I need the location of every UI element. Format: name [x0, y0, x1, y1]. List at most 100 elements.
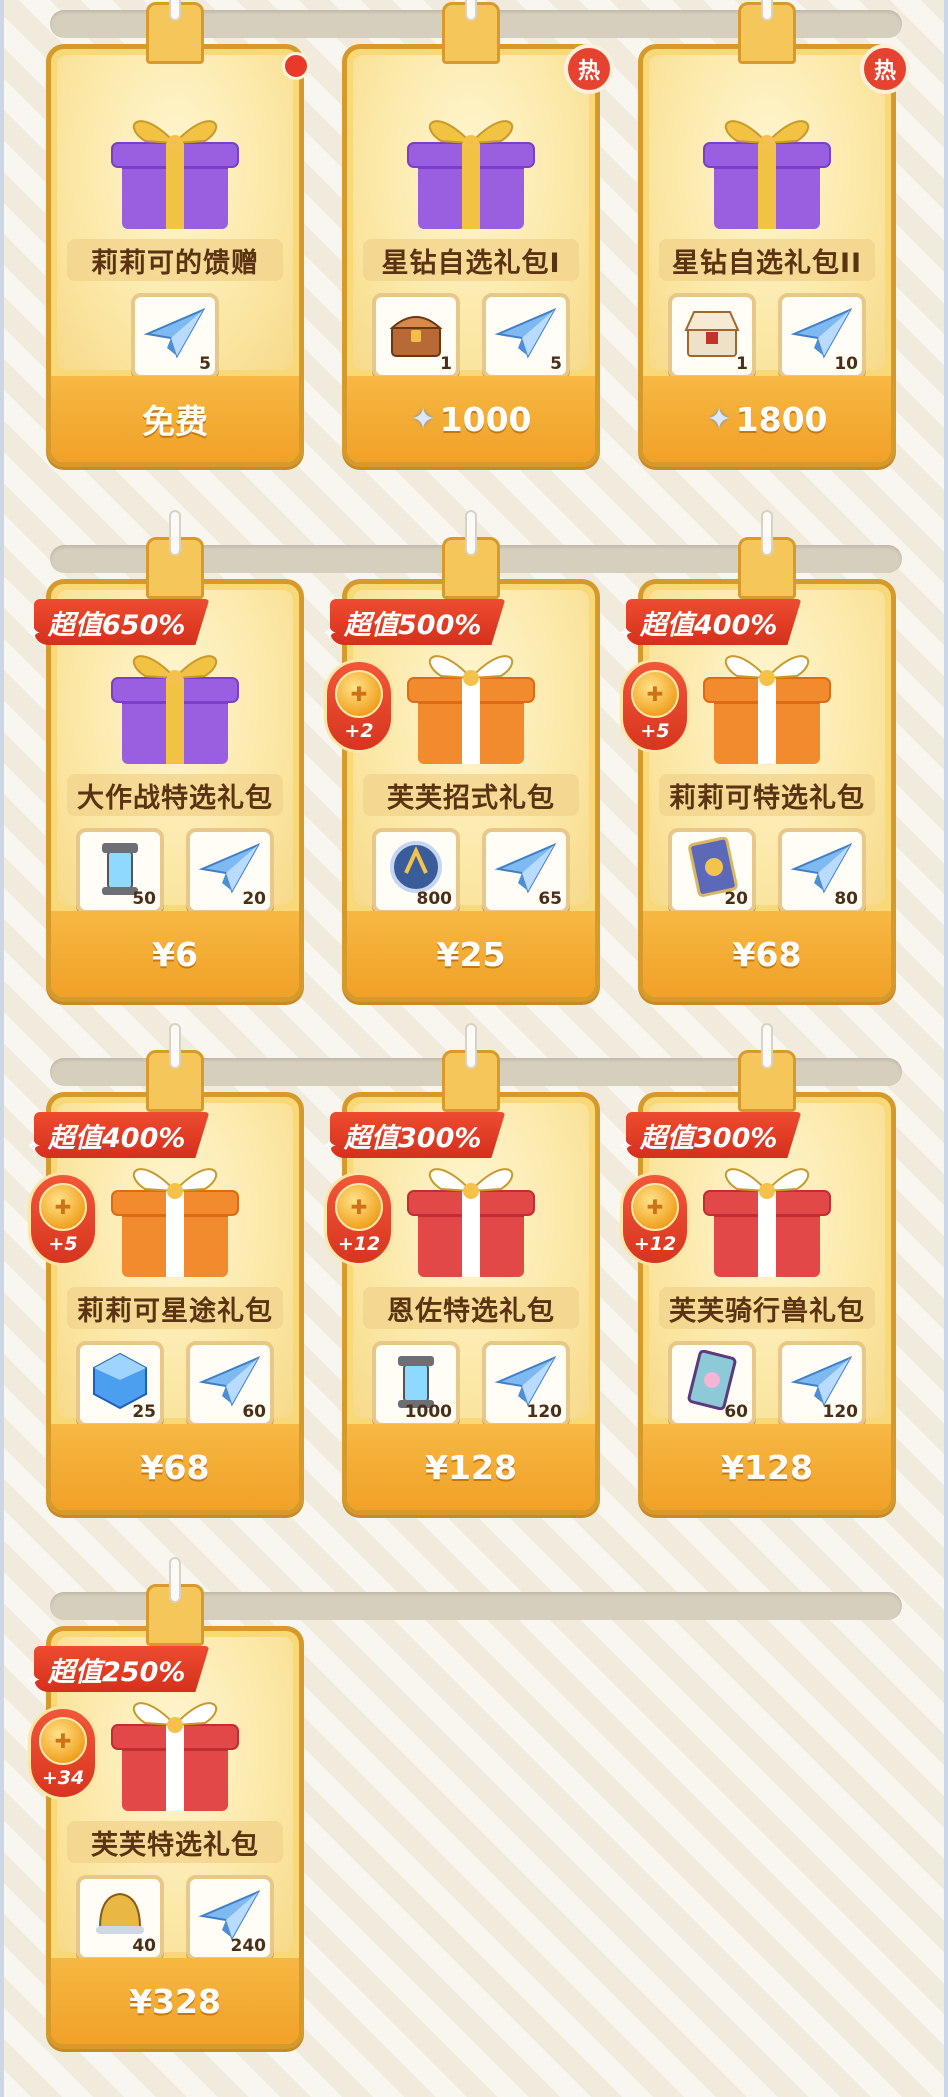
reward-slot[interactable]: 65 [482, 828, 570, 914]
reward-slot[interactable]: 50 [76, 828, 164, 914]
gift-pack-name: 星钻自选礼包I [363, 239, 579, 281]
price-label: ¥128 [721, 1447, 813, 1487]
reward-items: 25 60 [51, 1341, 299, 1427]
bonus-amount: +5 [640, 720, 670, 742]
bonus-token-badge: +34 [28, 1706, 98, 1800]
sparkle-icon: ✦ [26, 623, 42, 644]
gift-pack-card[interactable]: 莉莉可的馈赠 5 免费 [46, 2, 310, 467]
reward-slot[interactable]: 10 [778, 293, 866, 379]
reward-quantity: 120 [822, 1402, 859, 1422]
reward-slot[interactable]: 120 [482, 1341, 570, 1427]
buy-button[interactable]: ¥6 [51, 911, 299, 997]
buy-button[interactable]: ¥328 [51, 1958, 299, 2044]
gift-pack-name: 大作战特选礼包 [67, 774, 283, 816]
bonus-token-badge: +12 [324, 1172, 394, 1266]
reward-slot[interactable]: 120 [778, 1341, 866, 1427]
buy-button[interactable]: ¥68 [51, 1424, 299, 1510]
bonus-token-badge: +5 [620, 659, 690, 753]
reward-quantity: 60 [242, 1402, 266, 1422]
card-hanger [442, 2, 500, 64]
price-label: 1000 [439, 399, 532, 439]
reward-quantity: 1 [736, 354, 748, 374]
reward-slot[interactable]: 5 [482, 293, 570, 379]
sparkle-icon: ✦ [322, 1136, 338, 1157]
bonus-amount: +34 [41, 1767, 85, 1789]
value-ribbon: 超值650% [34, 599, 210, 645]
reward-quantity: 800 [416, 889, 453, 909]
reward-quantity: 20 [724, 889, 748, 909]
reward-quantity: 5 [199, 354, 211, 374]
gift-pack-card[interactable]: 大作战特选礼包 50 20 ¥6 超值650% ✦ [26, 537, 304, 1002]
buy-button[interactable]: ✦ 1000 [347, 376, 595, 462]
gift-pack-name: 芙芙招式礼包 [363, 774, 579, 816]
reward-slot[interactable]: 240 [186, 1875, 274, 1961]
reward-slot[interactable]: 60 [668, 1341, 756, 1427]
reward-slot[interactable]: 1 [668, 293, 756, 379]
price-label: 1800 [735, 399, 828, 439]
buy-button[interactable]: 免费 [51, 376, 299, 462]
gift-pack-card[interactable]: 芙芙招式礼包 800 65 ¥25 超值500%✦ +2 [322, 537, 600, 1002]
gift-row: 莉莉可的馈赠 5 免费 星钻自选礼包I 1 5 ✦ 1000 热星钻自选礼包II 1 10 ✦ 1800… [0, 2, 948, 470]
star-diamond-icon: ✦ [410, 401, 436, 437]
bonus-amount: +12 [337, 1233, 381, 1255]
gift-pack-card[interactable]: 芙芙骑行兽礼包 60 120 ¥128 超值300%✦ +12 [618, 1050, 896, 1515]
bonus-token-badge: +2 [324, 659, 394, 753]
reward-slot[interactable]: 25 [76, 1341, 164, 1427]
price-label: ¥328 [129, 1981, 221, 2021]
gift-pack-card[interactable]: 星钻自选礼包I 1 5 ✦ 1000 热 [342, 2, 614, 467]
reward-items: 800 65 [347, 828, 595, 914]
gift-pack-card[interactable]: 星钻自选礼包II 1 10 ✦ 1800 热 [638, 2, 910, 467]
price-label: ¥68 [732, 934, 802, 974]
reward-quantity: 240 [230, 1936, 267, 1956]
gift-pack-card[interactable]: 恩佐特选礼包 1000 120 ¥128 超值300%✦ +12 [322, 1050, 600, 1515]
value-ribbon: 超值400% [626, 599, 802, 645]
reward-slot[interactable]: 20 [668, 828, 756, 914]
buy-button[interactable]: ¥128 [347, 1424, 595, 1510]
gift-pack-card[interactable]: 莉莉可星途礼包 25 60 ¥68 超值400%✦ +5 [26, 1050, 304, 1515]
buy-button[interactable]: ✦ 1800 [643, 376, 891, 462]
card-hanger [738, 1050, 796, 1112]
bonus-token-badge: +5 [28, 1172, 98, 1266]
price-label: ¥128 [425, 1447, 517, 1487]
gift-pack-name: 莉莉可特选礼包 [659, 774, 875, 816]
reward-quantity: 65 [538, 889, 562, 909]
value-ribbon: 超值500% [330, 599, 506, 645]
bonus-token-badge: +12 [620, 1172, 690, 1266]
buy-button[interactable]: ¥68 [643, 911, 891, 997]
price-label: ¥25 [436, 934, 506, 974]
reward-slot[interactable]: 800 [372, 828, 460, 914]
card-hanger [146, 537, 204, 599]
reward-slot[interactable]: 40 [76, 1875, 164, 1961]
reward-quantity: 1000 [404, 1402, 452, 1422]
reward-quantity: 20 [242, 889, 266, 909]
card-hanger [738, 537, 796, 599]
reward-quantity: 50 [132, 889, 156, 909]
reward-items: 20 80 [643, 828, 891, 914]
bonus-amount: +5 [48, 1233, 78, 1255]
sparkle-icon: ✦ [322, 623, 338, 644]
bonus-amount: +2 [344, 720, 374, 742]
reward-quantity: 10 [834, 354, 858, 374]
notification-dot [282, 52, 310, 80]
card-hanger [442, 537, 500, 599]
buy-button[interactable]: ¥128 [643, 1424, 891, 1510]
gift-pack-card[interactable]: 莉莉可特选礼包2080¥68超值400%✦+5 [618, 537, 896, 1002]
value-ribbon: 超值250% [34, 1646, 210, 1692]
reward-slot[interactable]: 80 [778, 828, 866, 914]
reward-slot[interactable]: 1 [372, 293, 460, 379]
gift-pack-card[interactable]: 芙芙特选礼包 40 240 ¥328 超值250%✦ +34 [26, 1584, 304, 2049]
coin-icon [39, 1183, 87, 1231]
coin-icon [335, 1183, 383, 1231]
buy-button[interactable]: ¥25 [347, 911, 595, 997]
value-ribbon: 超值300% [626, 1112, 802, 1158]
gift-row: 芙芙特选礼包 40 240 ¥328 超值250%✦ +34 [0, 1584, 948, 2052]
gift-pack-name: 莉莉可的馈赠 [67, 239, 283, 281]
reward-slot[interactable]: 5 [131, 293, 219, 379]
reward-quantity: 80 [834, 889, 858, 909]
reward-slot[interactable]: 60 [186, 1341, 274, 1427]
reward-slot[interactable]: 20 [186, 828, 274, 914]
coin-icon [39, 1717, 87, 1765]
reward-items: 1000 120 [347, 1341, 595, 1427]
card-hanger [146, 2, 204, 64]
reward-slot[interactable]: 1000 [372, 1341, 460, 1427]
